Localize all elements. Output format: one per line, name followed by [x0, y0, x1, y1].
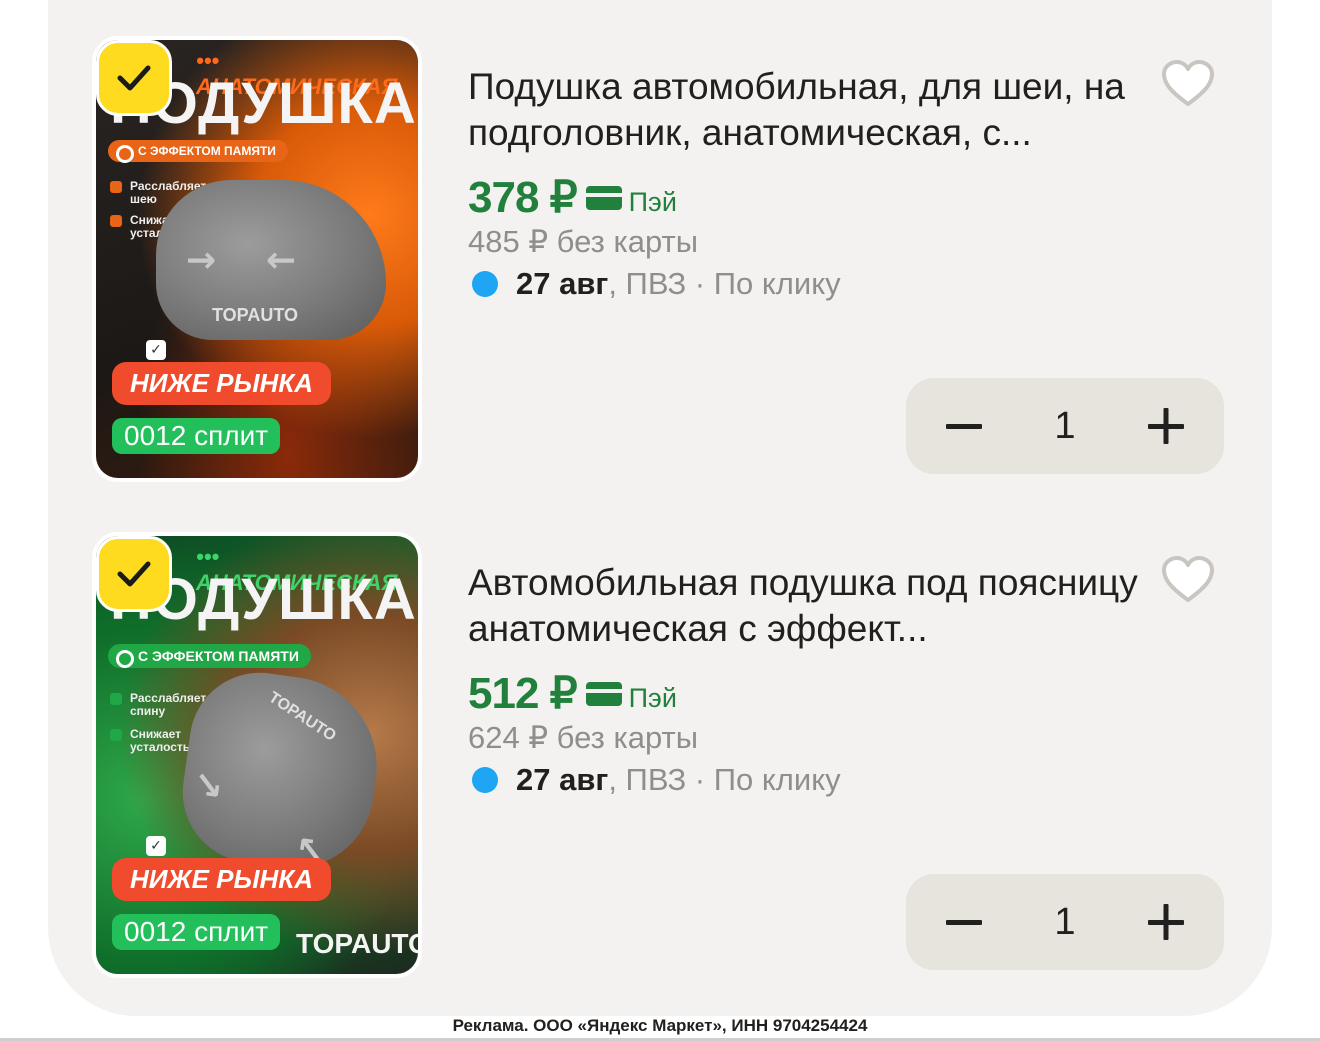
product-title[interactable]: Автомобильная подушка под поясницу анато…	[468, 560, 1148, 652]
card-icon	[585, 185, 622, 210]
price-without-card: 485 ₽ без карты	[468, 224, 698, 259]
delivery-dot-icon	[472, 767, 498, 793]
price: 512 ₽	[468, 669, 578, 718]
delivery-details: , ПВЗ · По клику	[608, 266, 841, 301]
pay-label: Пэй	[628, 187, 677, 217]
price-row: 378 ₽ Пэй	[468, 172, 677, 223]
product-item[interactable]: ••• АНАТОМИЧЕСКАЯ ПОДУШКА С ЭФФЕКТОМ ПАМ…	[48, 532, 1272, 982]
decrease-button[interactable]	[942, 404, 986, 448]
price-without-card: 624 ₽ без карты	[468, 720, 698, 755]
product-title[interactable]: Подушка автомобильная, для шеи, на подго…	[468, 64, 1148, 156]
delivery-date: 27 авг	[516, 266, 609, 301]
delivery-details: , ПВЗ · По клику	[608, 762, 841, 797]
checkmark-icon	[117, 561, 151, 587]
delivery-info: 27 авг , ПВЗ · По клику	[472, 762, 841, 798]
checkmark-icon	[117, 65, 151, 91]
selected-checkbox[interactable]	[96, 40, 172, 116]
increase-button[interactable]	[1144, 404, 1188, 448]
arrow-left-icon: ←	[266, 240, 297, 281]
plus-icon	[1147, 904, 1184, 940]
product-item[interactable]: ••• АНАТОМИЧЕСКАЯ ПОДУШКА С ЭФФЕКТОМ ПАМ…	[48, 36, 1272, 486]
split-badge: 0012 сплит	[112, 914, 281, 950]
image-memory-tag: С ЭФФЕКТОМ ПАМЯТИ	[108, 644, 311, 668]
image-memory-tag: С ЭФФЕКТОМ ПАМЯТИ	[108, 140, 288, 163]
arrow-down-right-icon: ↘	[190, 764, 227, 809]
plus-icon	[1147, 408, 1184, 444]
favorite-button[interactable]	[1156, 550, 1220, 610]
quantity-stepper: 1	[906, 874, 1224, 970]
arrow-right-icon: →	[186, 240, 217, 281]
below-market-badge: НИЖЕ РЫНКА	[112, 858, 332, 901]
minus-icon	[946, 424, 982, 429]
decrease-button[interactable]	[942, 900, 986, 944]
small-check-icon: ✓	[146, 340, 166, 360]
quantity-value: 1	[1054, 900, 1076, 943]
minus-icon	[946, 920, 982, 925]
heart-outline-icon	[1162, 556, 1214, 602]
small-check-icon: ✓	[146, 836, 166, 856]
quantity-value: 1	[1054, 404, 1076, 447]
selected-checkbox[interactable]	[96, 536, 172, 612]
quantity-stepper: 1	[906, 378, 1224, 474]
below-market-badge: НИЖЕ РЫНКА	[112, 362, 332, 405]
card-icon	[585, 681, 622, 706]
favorite-button[interactable]	[1156, 54, 1220, 114]
product-list-card: ••• АНАТОМИЧЕСКАЯ ПОДУШКА С ЭФФЕКТОМ ПАМ…	[48, 0, 1272, 1016]
increase-button[interactable]	[1144, 900, 1188, 944]
price-row: 512 ₽ Пэй	[468, 668, 677, 719]
split-badge: 0012 сплит	[112, 418, 281, 454]
pay-label: Пэй	[628, 683, 677, 713]
delivery-dot-icon	[472, 271, 498, 297]
price: 378 ₽	[468, 173, 578, 222]
image-brand: TOPAUTO	[265, 689, 339, 745]
delivery-info: 27 авг , ПВЗ · По клику	[472, 266, 841, 302]
ad-disclaimer: Реклама. ООО «Яндекс Маркет», ИНН 970425…	[452, 1016, 868, 1035]
heart-outline-icon	[1162, 60, 1214, 106]
delivery-date: 27 авг	[516, 762, 609, 797]
image-brand: TOPAUTO	[212, 305, 299, 325]
image-brand-bottom: TOPAUTO	[296, 928, 422, 959]
